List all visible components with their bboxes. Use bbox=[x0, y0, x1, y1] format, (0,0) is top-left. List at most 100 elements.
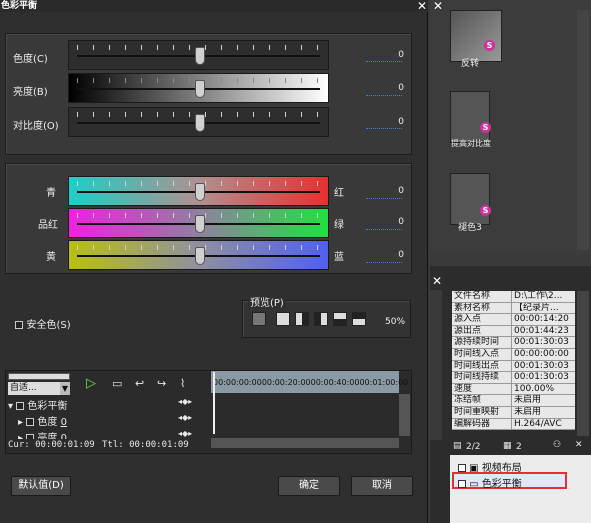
effect-name[interactable]: 提高对比度 bbox=[440, 138, 502, 149]
effect-badge-icon: S bbox=[480, 122, 491, 133]
prop-value: H.264/AVC bbox=[514, 418, 562, 429]
safe-color-checkbox[interactable]: 安全色(S) bbox=[15, 316, 71, 331]
yellow-label: 黄 bbox=[46, 252, 56, 263]
prop-key: 源持续时间 bbox=[452, 337, 512, 348]
preview-full-icon[interactable] bbox=[276, 312, 290, 326]
properties-close-icon[interactable]: ✕ bbox=[431, 275, 443, 287]
delete-icon[interactable]: ✕ bbox=[575, 440, 583, 450]
prop-value: 00:00:00:00 bbox=[514, 348, 569, 359]
playhead[interactable] bbox=[213, 372, 215, 434]
cyan-red-value[interactable]: 0 bbox=[344, 186, 404, 196]
layer-count: 2/2 bbox=[466, 442, 481, 452]
magenta-label: 品红 bbox=[38, 220, 58, 231]
yellow-blue-value[interactable]: 0 bbox=[344, 250, 404, 260]
properties-table: 文件名称 D:\工作\2... 素材名称 【纪录片... 源入点 00:00:14:2… bbox=[452, 291, 575, 431]
effect-thumb-invert[interactable] bbox=[450, 10, 502, 62]
contrast-slider[interactable] bbox=[68, 107, 329, 137]
preview-split-bottom-icon[interactable] bbox=[352, 312, 366, 326]
ok-button[interactable]: 确定 bbox=[278, 476, 340, 496]
effect-thumb-contrast[interactable] bbox=[450, 91, 490, 143]
slider-label-brightness: 亮度(B) bbox=[13, 87, 48, 98]
effect-name[interactable]: 反转 bbox=[450, 56, 490, 69]
prop-value: D:\工作\2... bbox=[514, 291, 563, 301]
track-row[interactable]: ▾ 色彩平衡 ◂◆▸ bbox=[8, 397, 208, 412]
brightness-slider[interactable] bbox=[68, 73, 329, 103]
prop-key: 编解码器 bbox=[452, 418, 512, 430]
layers-icon[interactable]: ⚇ bbox=[553, 440, 561, 450]
layer-name: 色彩平衡 bbox=[481, 479, 522, 490]
prop-value: 100.00% bbox=[514, 383, 555, 394]
checkbox-icon[interactable] bbox=[15, 321, 23, 329]
prop-value: 【纪录片... bbox=[514, 302, 559, 313]
next-keyframe-icon[interactable]: ↪ bbox=[157, 377, 166, 390]
brightness-value[interactable]: 0 bbox=[344, 83, 404, 93]
prop-key: 源入点 bbox=[452, 314, 512, 325]
ruler-tick: 00:00:40:00 bbox=[310, 378, 360, 387]
track-value[interactable]: 0 bbox=[61, 433, 67, 439]
prop-key: 速度 bbox=[452, 383, 512, 395]
prop-key: 时间线出点 bbox=[452, 360, 512, 372]
cyan-red-slider[interactable] bbox=[68, 176, 329, 206]
preview-split-left-icon[interactable] bbox=[295, 312, 309, 326]
slider-label-contrast: 对比度(O) bbox=[13, 121, 59, 132]
link-icon[interactable] bbox=[252, 312, 266, 326]
magenta-green-value[interactable]: 0 bbox=[344, 217, 404, 227]
cancel-button[interactable]: 取消 bbox=[351, 476, 413, 496]
contrast-value[interactable]: 0 bbox=[344, 117, 404, 127]
track-row[interactable]: ▸ 亮度 0 ◂◆▸ bbox=[18, 429, 208, 439]
zoom-slider[interactable] bbox=[8, 373, 70, 380]
magenta-green-thumb[interactable] bbox=[195, 215, 205, 233]
preview-split-top-icon[interactable] bbox=[333, 312, 347, 326]
preview-label: 预览(P) bbox=[248, 294, 286, 309]
track-name: 色度 bbox=[37, 417, 58, 428]
layer-page-icon[interactable]: ▤ bbox=[453, 441, 462, 451]
properties-scrollbar[interactable] bbox=[577, 291, 589, 436]
chroma-value[interactable]: 0 bbox=[344, 50, 404, 60]
track-name: 色彩平衡 bbox=[27, 401, 68, 412]
ruler-tick: 00:01:00:00 bbox=[359, 378, 409, 387]
dialog-close-icon[interactable]: ✕ bbox=[416, 0, 428, 12]
ruler-tick: 00:00:20:00 bbox=[261, 378, 311, 387]
preview-split-right-icon[interactable] bbox=[314, 312, 328, 326]
prev-keyframe-icon[interactable]: ↩ bbox=[135, 377, 144, 390]
timeline-hscrollbar[interactable] bbox=[211, 438, 399, 448]
effects-scrollbar[interactable] bbox=[577, 10, 589, 250]
green-label: 绿 bbox=[334, 220, 344, 231]
track-name: 亮度 bbox=[37, 433, 58, 439]
prop-value: 未启用 bbox=[514, 406, 542, 417]
prop-key: 时间线入点 bbox=[452, 348, 512, 360]
prop-key: 冻结帧 bbox=[452, 395, 512, 406]
yellow-blue-slider[interactable] bbox=[68, 240, 329, 270]
chroma-thumb[interactable] bbox=[195, 47, 205, 65]
prop-key: 时间线持续 bbox=[452, 372, 512, 383]
properties-side-toolbar[interactable] bbox=[430, 290, 442, 440]
brightness-thumb[interactable] bbox=[195, 80, 205, 98]
slider-label-chroma: 色度(C) bbox=[13, 54, 48, 65]
track-row[interactable]: ▸ 色度 0 ◂◆▸ bbox=[18, 413, 208, 428]
effect-thumb-fade[interactable] bbox=[450, 173, 490, 225]
play-icon[interactable]: ▷ bbox=[86, 376, 96, 391]
layer-stack-icon[interactable]: ▦ bbox=[503, 441, 512, 451]
cyan-red-thumb[interactable] bbox=[195, 183, 205, 201]
color-balance-dialog: 色彩平衡 ✕ 色度(C) 0 亮度(B) 0 对比度(O) 0 青 红 0 品红… bbox=[0, 0, 428, 523]
yellow-blue-thumb[interactable] bbox=[195, 247, 205, 265]
timeline-vscrollbar[interactable] bbox=[399, 394, 410, 436]
prop-key: 时间重映射 bbox=[452, 406, 512, 418]
effect-name[interactable]: 褪色3 bbox=[450, 220, 490, 233]
effects-close-icon[interactable]: ✕ bbox=[432, 0, 444, 12]
add-keyframe-icon[interactable]: ▭ bbox=[112, 377, 122, 390]
curve-icon[interactable]: ⌇ bbox=[180, 377, 185, 390]
prop-value: 未启用 bbox=[514, 395, 542, 406]
chroma-slider[interactable] bbox=[68, 40, 329, 70]
cyan-label: 青 bbox=[46, 188, 56, 199]
dropdown-arrow-icon[interactable]: ▼ bbox=[60, 382, 70, 395]
prop-key: 源出点 bbox=[452, 325, 512, 337]
timeline-mode-select[interactable]: 自适... bbox=[8, 382, 60, 395]
layer-item-label[interactable]: ▭ 色彩平衡 bbox=[458, 475, 522, 490]
magenta-green-slider[interactable] bbox=[68, 208, 329, 238]
contrast-thumb[interactable] bbox=[195, 114, 205, 132]
track-value[interactable]: 0 bbox=[61, 417, 67, 428]
layer-toolbar: ▤ 2/2 ▦ 2 ⚇ ✕ bbox=[450, 440, 591, 454]
dialog-title: 色彩平衡 bbox=[0, 0, 428, 12]
default-button[interactable]: 默认值(D) bbox=[11, 476, 71, 496]
